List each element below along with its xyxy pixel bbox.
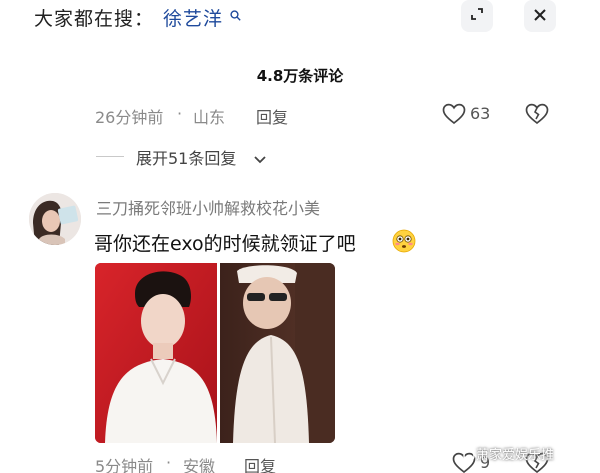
expand-divider <box>96 156 124 157</box>
shrink-icon <box>469 6 485 26</box>
reply-button[interactable]: 回复 <box>244 453 276 473</box>
comment-text: 哥你还在exo的时候就领证了吧 <box>94 233 356 255</box>
heart-icon[interactable] <box>442 103 466 129</box>
watermark: 萧家爱娱乐推 <box>476 448 555 463</box>
comment-time: 26分钟前 <box>95 108 164 127</box>
comment-username[interactable]: 三刀捅死邻班小帅解救校花小美 <box>96 195 320 219</box>
top-bar: 大家都在搜： 徐艺洋 <box>0 0 600 36</box>
comment-location: 山东 <box>193 108 226 127</box>
expand-replies-label: 展开51条回复 <box>136 149 237 168</box>
comment-time: 5分钟前 <box>95 457 154 473</box>
avatar[interactable] <box>29 193 81 245</box>
comment-count: 4.8万条评论 <box>256 67 344 85</box>
chevron-down-icon <box>253 150 267 169</box>
flushed-face-emoji-icon <box>392 229 416 257</box>
comment-photo[interactable] <box>95 263 335 443</box>
close-icon <box>533 7 547 26</box>
watermark-logo-icon <box>463 447 475 466</box>
like-count: 63 <box>470 104 491 123</box>
broken-heart-icon[interactable] <box>525 103 549 129</box>
meta-separator: · <box>166 453 172 472</box>
meta-separator: · <box>177 104 183 123</box>
expand-replies-button[interactable]: 展开51条回复 <box>96 145 396 169</box>
search-prefix: 大家都在搜： <box>34 8 155 30</box>
search-icon[interactable] <box>230 6 241 25</box>
close-button[interactable] <box>524 0 556 32</box>
search-term-link[interactable]: 徐艺洋 <box>163 4 223 31</box>
reply-button[interactable]: 回复 <box>256 104 288 128</box>
comment-location: 安徽 <box>183 457 216 473</box>
comment-meta-row: 26分钟前 · 山东 回复 63 <box>0 103 600 127</box>
shrink-button[interactable] <box>461 0 493 32</box>
